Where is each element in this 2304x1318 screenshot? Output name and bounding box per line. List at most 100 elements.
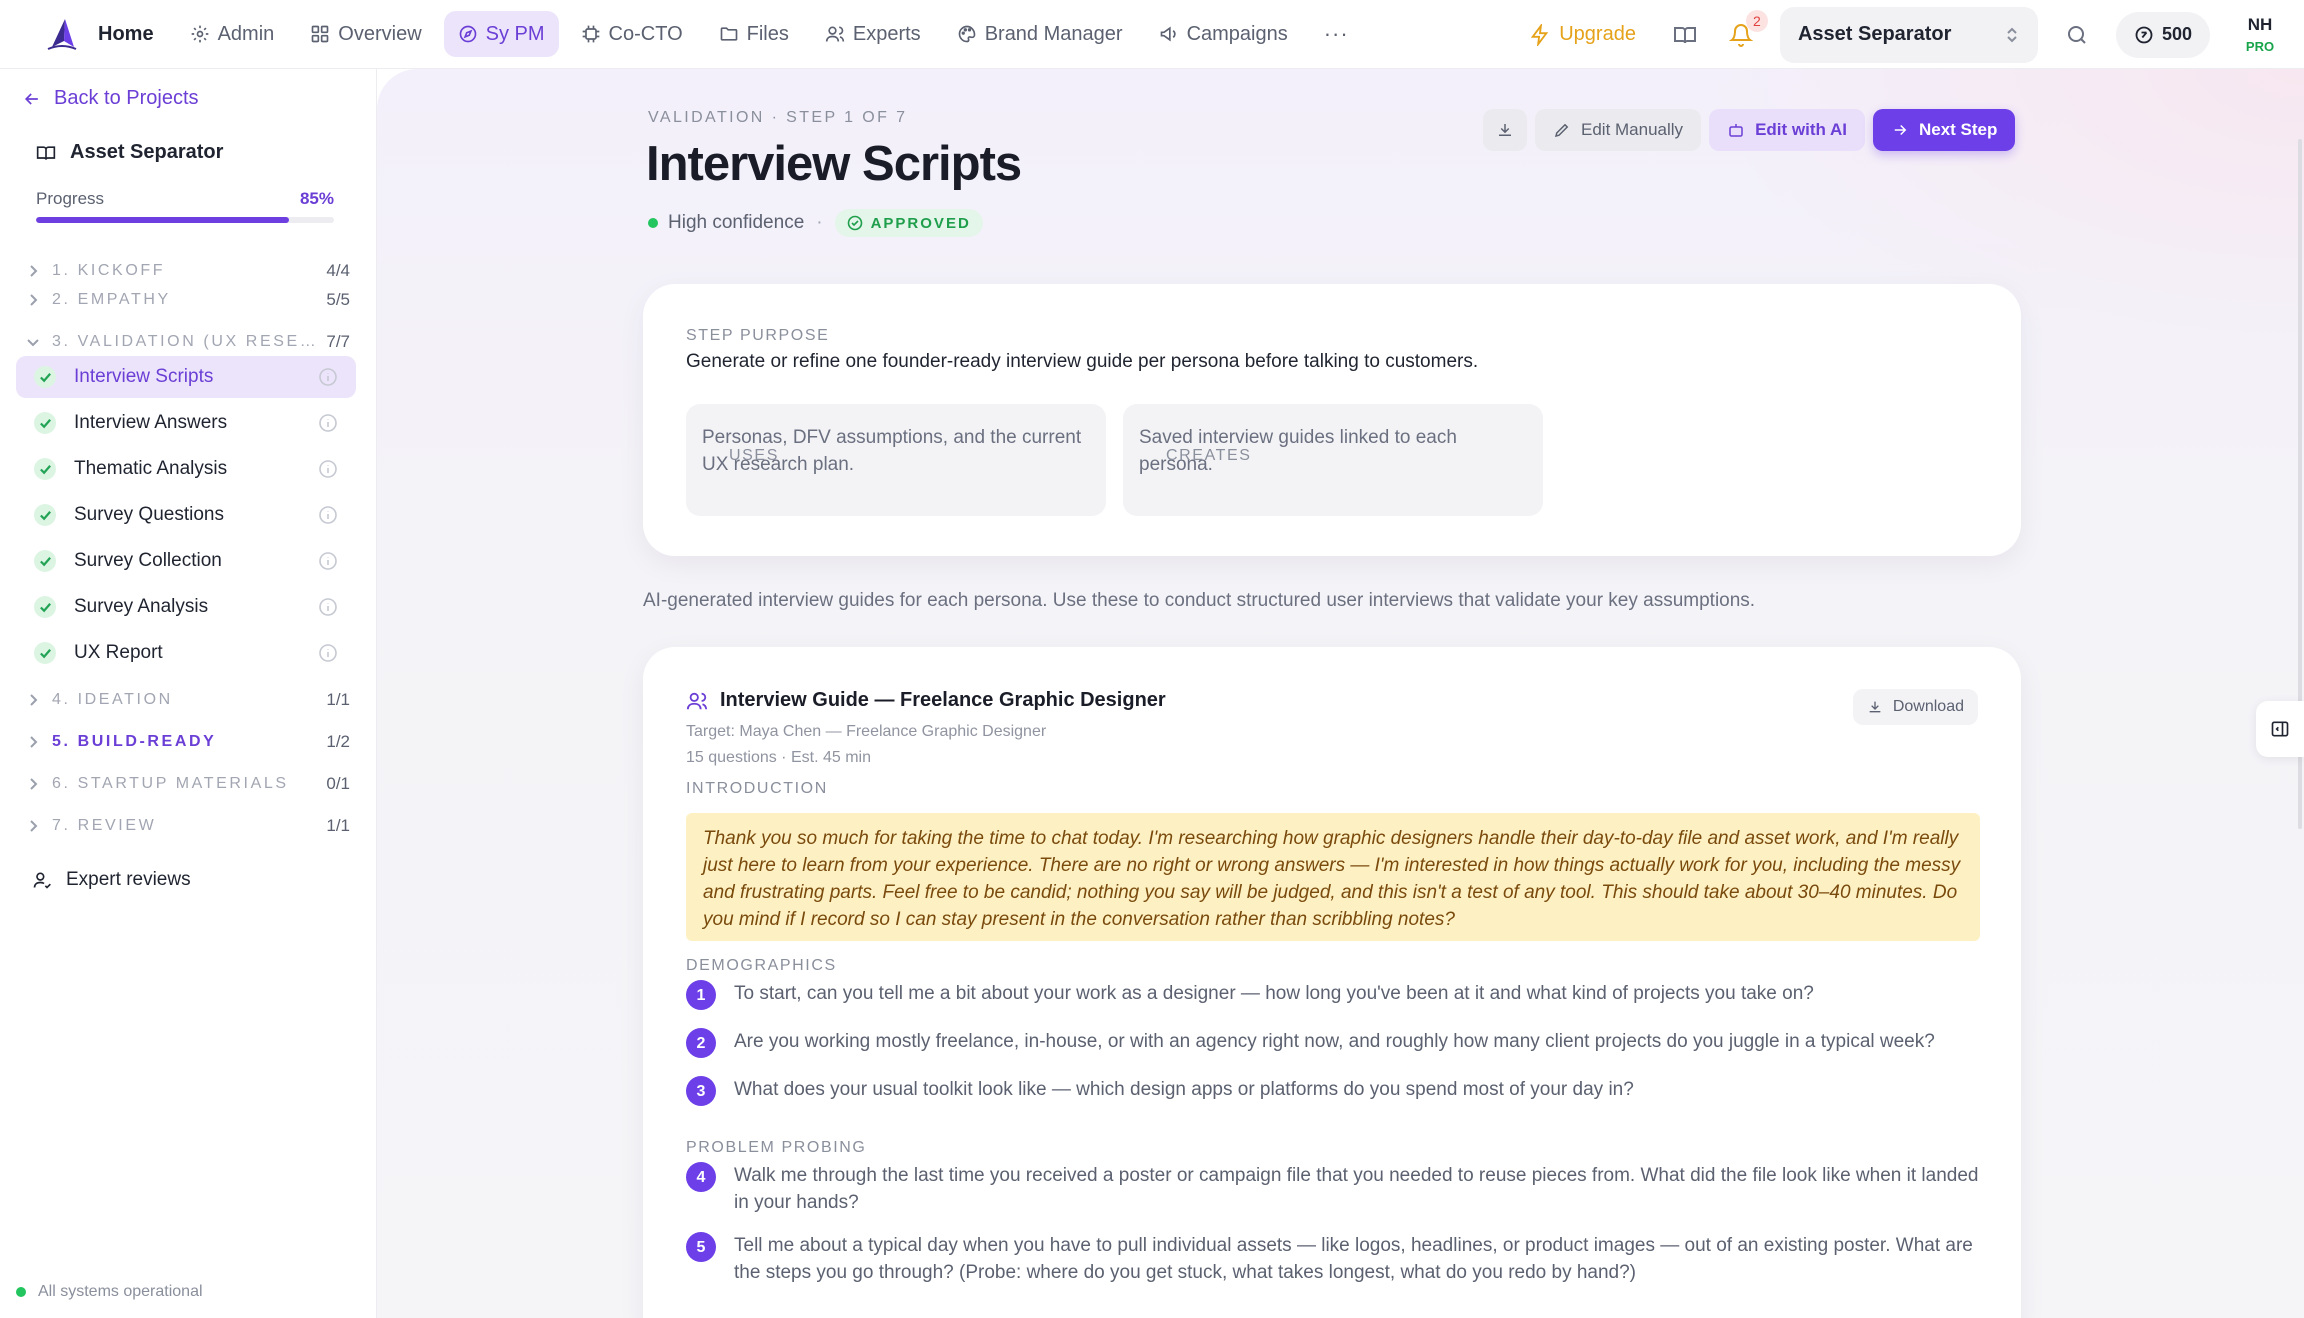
more-menu-icon[interactable]: ··· — [1310, 21, 1363, 47]
section-label: 7. Review — [52, 817, 157, 834]
megaphone-icon — [1160, 26, 1176, 42]
check-icon — [34, 412, 56, 434]
section-build-ready[interactable]: 5. Build-Ready 1/2 — [26, 726, 350, 758]
nav-campaigns[interactable]: Campaigns — [1145, 11, 1302, 57]
edit-with-ai-label: Edit with AI — [1755, 120, 1847, 139]
check-icon — [34, 596, 56, 618]
credits-pill[interactable]: 500 — [2115, 11, 2210, 58]
edit-with-ai-button[interactable]: Edit with AI — [1709, 109, 1865, 151]
chevron-right-icon — [30, 265, 38, 277]
nav-experts[interactable]: Experts — [811, 11, 935, 57]
app-logo-icon[interactable] — [44, 16, 80, 52]
nav-files[interactable]: Files — [705, 11, 803, 57]
step-interview-answers[interactable]: Interview Answers — [16, 402, 356, 444]
approved-label: APPROVED — [870, 214, 971, 232]
chevron-right-icon — [30, 820, 38, 832]
section-kickoff[interactable]: 1. Kickoff 4/4 — [26, 255, 350, 287]
step-label: Interview Scripts — [74, 366, 214, 387]
uses-label: USES — [729, 447, 779, 464]
check-icon — [34, 458, 56, 480]
step-thematic-analysis[interactable]: Thematic Analysis — [16, 448, 356, 490]
info-icon[interactable] — [318, 413, 338, 433]
step-interview-scripts[interactable]: Interview Scripts — [16, 356, 356, 398]
info-icon[interactable] — [318, 367, 338, 387]
user-check-icon — [33, 872, 51, 889]
nav-home-label: Home — [98, 22, 154, 45]
book-icon — [1673, 26, 1696, 43]
robot-icon — [1729, 124, 1743, 137]
expert-reviews-label: Expert reviews — [66, 869, 191, 890]
nav-campaigns-label: Campaigns — [1186, 22, 1288, 45]
progress-fill — [36, 217, 290, 223]
next-step-label: Next Step — [1918, 120, 1998, 139]
guide-download-button[interactable]: Download — [1852, 689, 1978, 725]
nav-co-cto[interactable]: Co-CTO — [567, 11, 697, 57]
progress-track — [36, 217, 334, 223]
step-breadcrumb: VALIDATION · STEP 1 OF 7 — [648, 109, 908, 126]
nav-admin[interactable]: Admin — [176, 11, 289, 57]
section-empathy[interactable]: 2. Empathy 5/5 — [26, 284, 350, 316]
question-text: To start, can you tell me a bit about yo… — [734, 983, 1814, 1004]
export-button[interactable] — [1483, 109, 1527, 151]
section-count: 1/1 — [326, 690, 350, 709]
nav-brand-manager[interactable]: Brand Manager — [943, 11, 1137, 57]
progress-section: Progress 85% — [36, 189, 334, 223]
question-number: 5 — [686, 1232, 716, 1262]
approved-badge: APPROVED — [834, 209, 983, 237]
grid-icon — [311, 25, 329, 43]
nav-sy-pm[interactable]: Sy PM — [443, 11, 559, 57]
notifications-button[interactable]: 2 — [1724, 9, 1768, 52]
uses-card: USES Personas, DFV assumptions, and the … — [686, 404, 1106, 516]
step-purpose-label: STEP PURPOSE — [686, 327, 830, 344]
edit-manually-button[interactable]: Edit Manually — [1535, 109, 1702, 151]
section-count: 1/1 — [326, 816, 350, 835]
back-to-projects-link[interactable]: Back to Projects — [22, 87, 199, 110]
section-startup-materials[interactable]: 6. Startup Materials 0/1 — [26, 768, 350, 800]
question-number: 3 — [686, 1076, 716, 1106]
info-icon[interactable] — [318, 597, 338, 617]
section-validation[interactable]: 3. Validation (UX Research) 7/7 — [26, 326, 350, 358]
guides-description: AI-generated interview guides for each p… — [643, 590, 1756, 611]
nav-overview[interactable]: Overview — [296, 11, 435, 57]
section-review[interactable]: 7. Review 1/1 — [26, 810, 350, 842]
section-label: 6. Startup Materials — [52, 775, 289, 792]
demographics-heading: DEMOGRAPHICS — [686, 957, 837, 974]
notification-count-badge: 2 — [1745, 9, 1768, 32]
step-ux-report[interactable]: UX Report — [16, 632, 356, 674]
info-icon[interactable] — [318, 551, 338, 571]
question-item: 3 What does your usual toolkit look like … — [686, 1076, 1980, 1106]
panel-toggle-icon — [2271, 721, 2289, 737]
expert-reviews-link[interactable]: Expert reviews — [32, 869, 191, 891]
upgrade-button[interactable]: Upgrade — [1529, 23, 1636, 46]
progress-value: 85% — [299, 189, 334, 208]
section-label: 2. Empathy — [52, 291, 171, 308]
step-survey-collection[interactable]: Survey Collection — [16, 540, 356, 582]
step-label: UX Report — [74, 642, 163, 663]
nav-home[interactable]: Home — [98, 11, 168, 57]
nav-files-label: Files — [746, 22, 789, 45]
section-count: 7/7 — [326, 332, 350, 351]
avatar-initials: NH — [2247, 15, 2273, 34]
question-number: 1 — [686, 980, 716, 1010]
docs-button[interactable] — [1668, 18, 1702, 52]
step-label: Thematic Analysis — [74, 458, 228, 479]
toggle-panel-button[interactable] — [2256, 701, 2304, 757]
nav-admin-label: Admin — [217, 22, 275, 45]
user-avatar[interactable]: NH PRO — [2230, 15, 2290, 54]
info-icon[interactable] — [318, 505, 338, 525]
edit-manually-label: Edit Manually — [1581, 120, 1684, 139]
search-button[interactable] — [2060, 18, 2094, 52]
info-icon[interactable] — [318, 459, 338, 479]
step-survey-questions[interactable]: Survey Questions — [16, 494, 356, 536]
question-number: 2 — [686, 1028, 716, 1058]
project-selector[interactable]: Asset Separator — [1779, 6, 2038, 63]
chip-icon — [582, 25, 599, 43]
info-icon[interactable] — [318, 643, 338, 663]
step-survey-analysis[interactable]: Survey Analysis — [16, 586, 356, 628]
next-step-button[interactable]: Next Step — [1872, 109, 2016, 151]
nav-experts-label: Experts — [852, 22, 921, 45]
question-item: 4 Walk me through the last time you recei… — [686, 1162, 1980, 1216]
section-ideation[interactable]: 4. Ideation 1/1 — [26, 684, 350, 716]
confidence-label: High confidence — [668, 212, 805, 233]
question-text: Tell me about a typical day when you hav… — [734, 1235, 1973, 1283]
